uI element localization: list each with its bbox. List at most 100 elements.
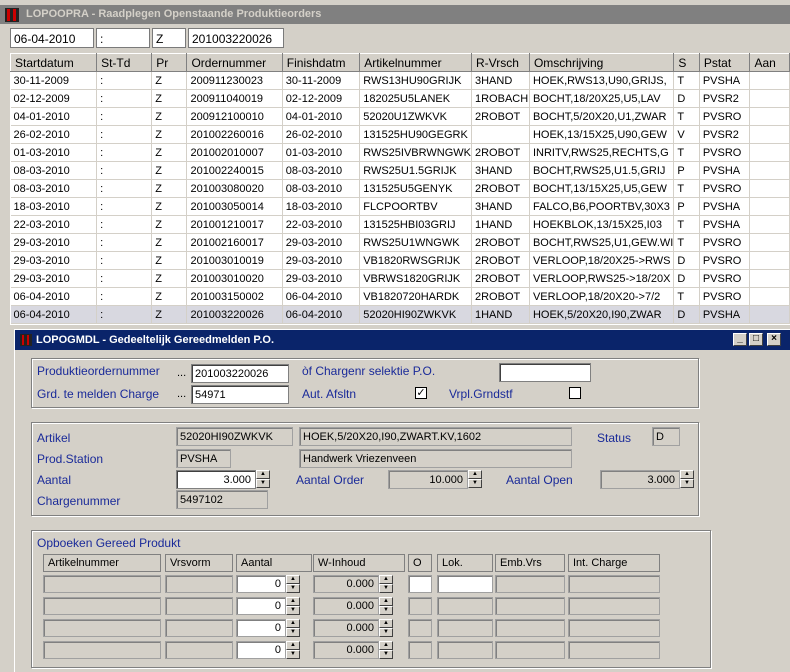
grid-column-header[interactable]: Startdatum <box>10 53 98 72</box>
table-cell: 2ROBOT <box>471 143 530 162</box>
table-cell: : <box>96 179 153 198</box>
table-cell: FALCO,B6,POORTBV,30X3 <box>529 197 675 216</box>
table-row[interactable]: 08-03-2010: Z 201002240015 08-03-2010 RWS25U… <box>10 161 790 180</box>
table-cell: T <box>673 215 700 234</box>
table-cell: 30-11-2009 <box>10 71 98 90</box>
spin-down-icon[interactable]: ▼ <box>286 628 300 637</box>
table-row[interactable]: 29-03-2010: Z 201002160017 29-03-2010 RWS25U… <box>10 233 790 252</box>
filter-pr-field[interactable]: Z <box>152 28 186 48</box>
aantal-input[interactable]: 3.000 <box>176 470 256 489</box>
table-cell: 29-03-2010 <box>282 233 361 252</box>
opboeken-column-header: O <box>408 554 432 572</box>
filter-date-field[interactable]: 06-04-2010 <box>10 28 94 48</box>
op-o-cell[interactable] <box>408 619 432 637</box>
spin-down-icon: ▼ <box>379 584 393 593</box>
table-cell: PVSRO <box>699 143 751 162</box>
op-aantal-spinner[interactable]: ▲ ▼ <box>286 575 300 594</box>
op-aantal-input[interactable]: 0 <box>236 641 286 659</box>
op-lok-cell[interactable] <box>437 619 493 637</box>
aut-afsltn-checkbox[interactable]: ✓ <box>415 387 427 399</box>
grid-column-header[interactable]: Omschrijving <box>528 53 675 72</box>
grid-column-header[interactable]: Artikelnummer <box>359 53 472 72</box>
table-cell: : <box>96 89 153 108</box>
minimize-button[interactable]: _ <box>733 333 747 346</box>
op-o-cell[interactable] <box>408 597 432 615</box>
table-cell: VB1820RWSGRIJK <box>359 251 472 270</box>
filter-time-field[interactable]: : <box>96 28 150 48</box>
vrpl-grndstf-label: Vrpl.Grndstf <box>449 387 513 401</box>
close-button[interactable]: × <box>767 333 781 346</box>
orders-grid[interactable]: Startdatum St-Td Pr Ordernummer Finishdatm Ar… <box>10 53 790 325</box>
aantal-order-field: 10.000 <box>388 470 468 489</box>
vrpl-grndstf-checkbox[interactable] <box>569 387 581 399</box>
op-aantal-spinner[interactable]: ▲ ▼ <box>286 597 300 616</box>
grid-column-header[interactable]: S <box>673 53 700 72</box>
spin-up-icon[interactable]: ▲ <box>286 597 300 606</box>
grid-column-header[interactable]: R-Vrsch <box>471 53 530 72</box>
table-row[interactable]: 18-03-2010: Z 201003050014 18-03-2010 FLCPOO… <box>10 197 790 216</box>
grid-column-header[interactable]: Aan <box>749 53 790 72</box>
dialog-titlebar[interactable]: LOPOGMDL - Gedeeltelijk Gereedmelden P.O… <box>15 330 790 350</box>
table-row[interactable]: 01-03-2010: Z 201002010007 01-03-2010 RWS25I… <box>10 143 790 162</box>
op-winhoud-cell: 0.000 <box>313 597 379 615</box>
table-row[interactable]: 26-02-2010: Z 201002260016 26-02-2010 131525… <box>10 125 790 144</box>
table-cell: 200912100010 <box>186 107 283 126</box>
op-aantal-spinner[interactable]: ▲ ▼ <box>286 619 300 638</box>
spin-up-icon[interactable]: ▲ <box>286 619 300 628</box>
maximize-button[interactable]: □ <box>749 333 763 346</box>
table-row[interactable]: 08-03-2010: Z 201003080020 08-03-2010 131525… <box>10 179 790 198</box>
grid-column-header[interactable]: Finishdatm <box>281 53 361 72</box>
opboeken-column-header: Aantal <box>236 554 312 572</box>
table-cell: 26-02-2010 <box>10 125 98 144</box>
table-cell: PVSHA <box>699 161 751 180</box>
grid-column-header[interactable]: Pstat <box>698 53 751 72</box>
table-row[interactable]: 06-04-2010: Z 201003220026 06-04-2010 52020H… <box>10 305 790 324</box>
filter-order-field[interactable]: 201003220026 <box>188 28 284 48</box>
table-cell: PVSRO <box>699 287 751 306</box>
table-cell: Z <box>151 71 188 90</box>
spin-up-icon: ▲ <box>379 597 393 606</box>
table-row[interactable]: 30-11-2009: Z 200911230023 30-11-2009 RWS13H… <box>10 71 790 90</box>
grid-column-header[interactable]: Ordernummer <box>186 53 283 72</box>
op-aantal-input[interactable]: 0 <box>236 575 286 593</box>
grid-column-header[interactable]: St-Td <box>96 53 153 72</box>
table-row[interactable]: 04-01-2010: Z 200912100010 04-01-2010 52020U… <box>10 107 790 126</box>
spin-down-icon[interactable]: ▼ <box>256 479 270 488</box>
main-window-titlebar[interactable]: LOPOOPRA - Raadplegen Openstaande Produk… <box>0 5 790 24</box>
aantal-spinner[interactable]: ▲ ▼ <box>256 470 270 489</box>
table-row[interactable]: 29-03-2010: Z 201003010019 29-03-2010 VB1820… <box>10 251 790 270</box>
table-cell: PVSRO <box>699 179 751 198</box>
table-cell: BOCHT,RWS25,U1.5,GRIJ <box>529 161 675 180</box>
opboeken-column-header: Vrsvorm <box>165 554 233 572</box>
op-o-cell[interactable] <box>408 641 432 659</box>
grid-column-header[interactable]: Pr <box>151 53 188 72</box>
table-row[interactable]: 02-12-2009: Z 200911040019 02-12-2009 182025… <box>10 89 790 108</box>
table-row[interactable]: 29-03-2010: Z 201003010020 29-03-2010 VBRWS1… <box>10 269 790 288</box>
spin-down-icon: ▼ <box>468 479 482 488</box>
app-icon <box>5 8 19 22</box>
op-lok-cell[interactable] <box>437 641 493 659</box>
spin-down-icon[interactable]: ▼ <box>286 584 300 593</box>
chargenr-label: Chargenummer <box>37 494 121 508</box>
op-aantal-input[interactable]: 0 <box>236 619 286 637</box>
table-row[interactable]: 06-04-2010: Z 201003150002 06-04-2010 VB1820… <box>10 287 790 306</box>
artikel-desc-field: HOEK,5/20X20,I90,ZWART.KV,1602 <box>299 427 572 446</box>
spin-up-icon[interactable]: ▲ <box>286 641 300 650</box>
op-aantal-spinner[interactable]: ▲ ▼ <box>286 641 300 660</box>
table-cell: 08-03-2010 <box>282 161 361 180</box>
charge-dots: ... <box>177 388 187 400</box>
spin-down-icon[interactable]: ▼ <box>286 650 300 659</box>
op-aantal-input[interactable]: 0 <box>236 597 286 615</box>
table-cell: BOCHT,18/20X25,U5,LAV <box>529 89 675 108</box>
op-o-cell[interactable] <box>408 575 432 593</box>
aantal-open-field: 3.000 <box>600 470 680 489</box>
op-lok-cell[interactable] <box>437 597 493 615</box>
spin-up-icon[interactable]: ▲ <box>256 470 270 479</box>
prod-order-input[interactable]: 201003220026 <box>191 364 289 383</box>
spin-down-icon[interactable]: ▼ <box>286 606 300 615</box>
charge-input[interactable]: 54971 <box>191 385 289 404</box>
table-row[interactable]: 22-03-2010: Z 201001210017 22-03-2010 131525… <box>10 215 790 234</box>
of-charge-input[interactable] <box>499 363 591 382</box>
spin-up-icon[interactable]: ▲ <box>286 575 300 584</box>
op-lok-cell[interactable] <box>437 575 493 593</box>
